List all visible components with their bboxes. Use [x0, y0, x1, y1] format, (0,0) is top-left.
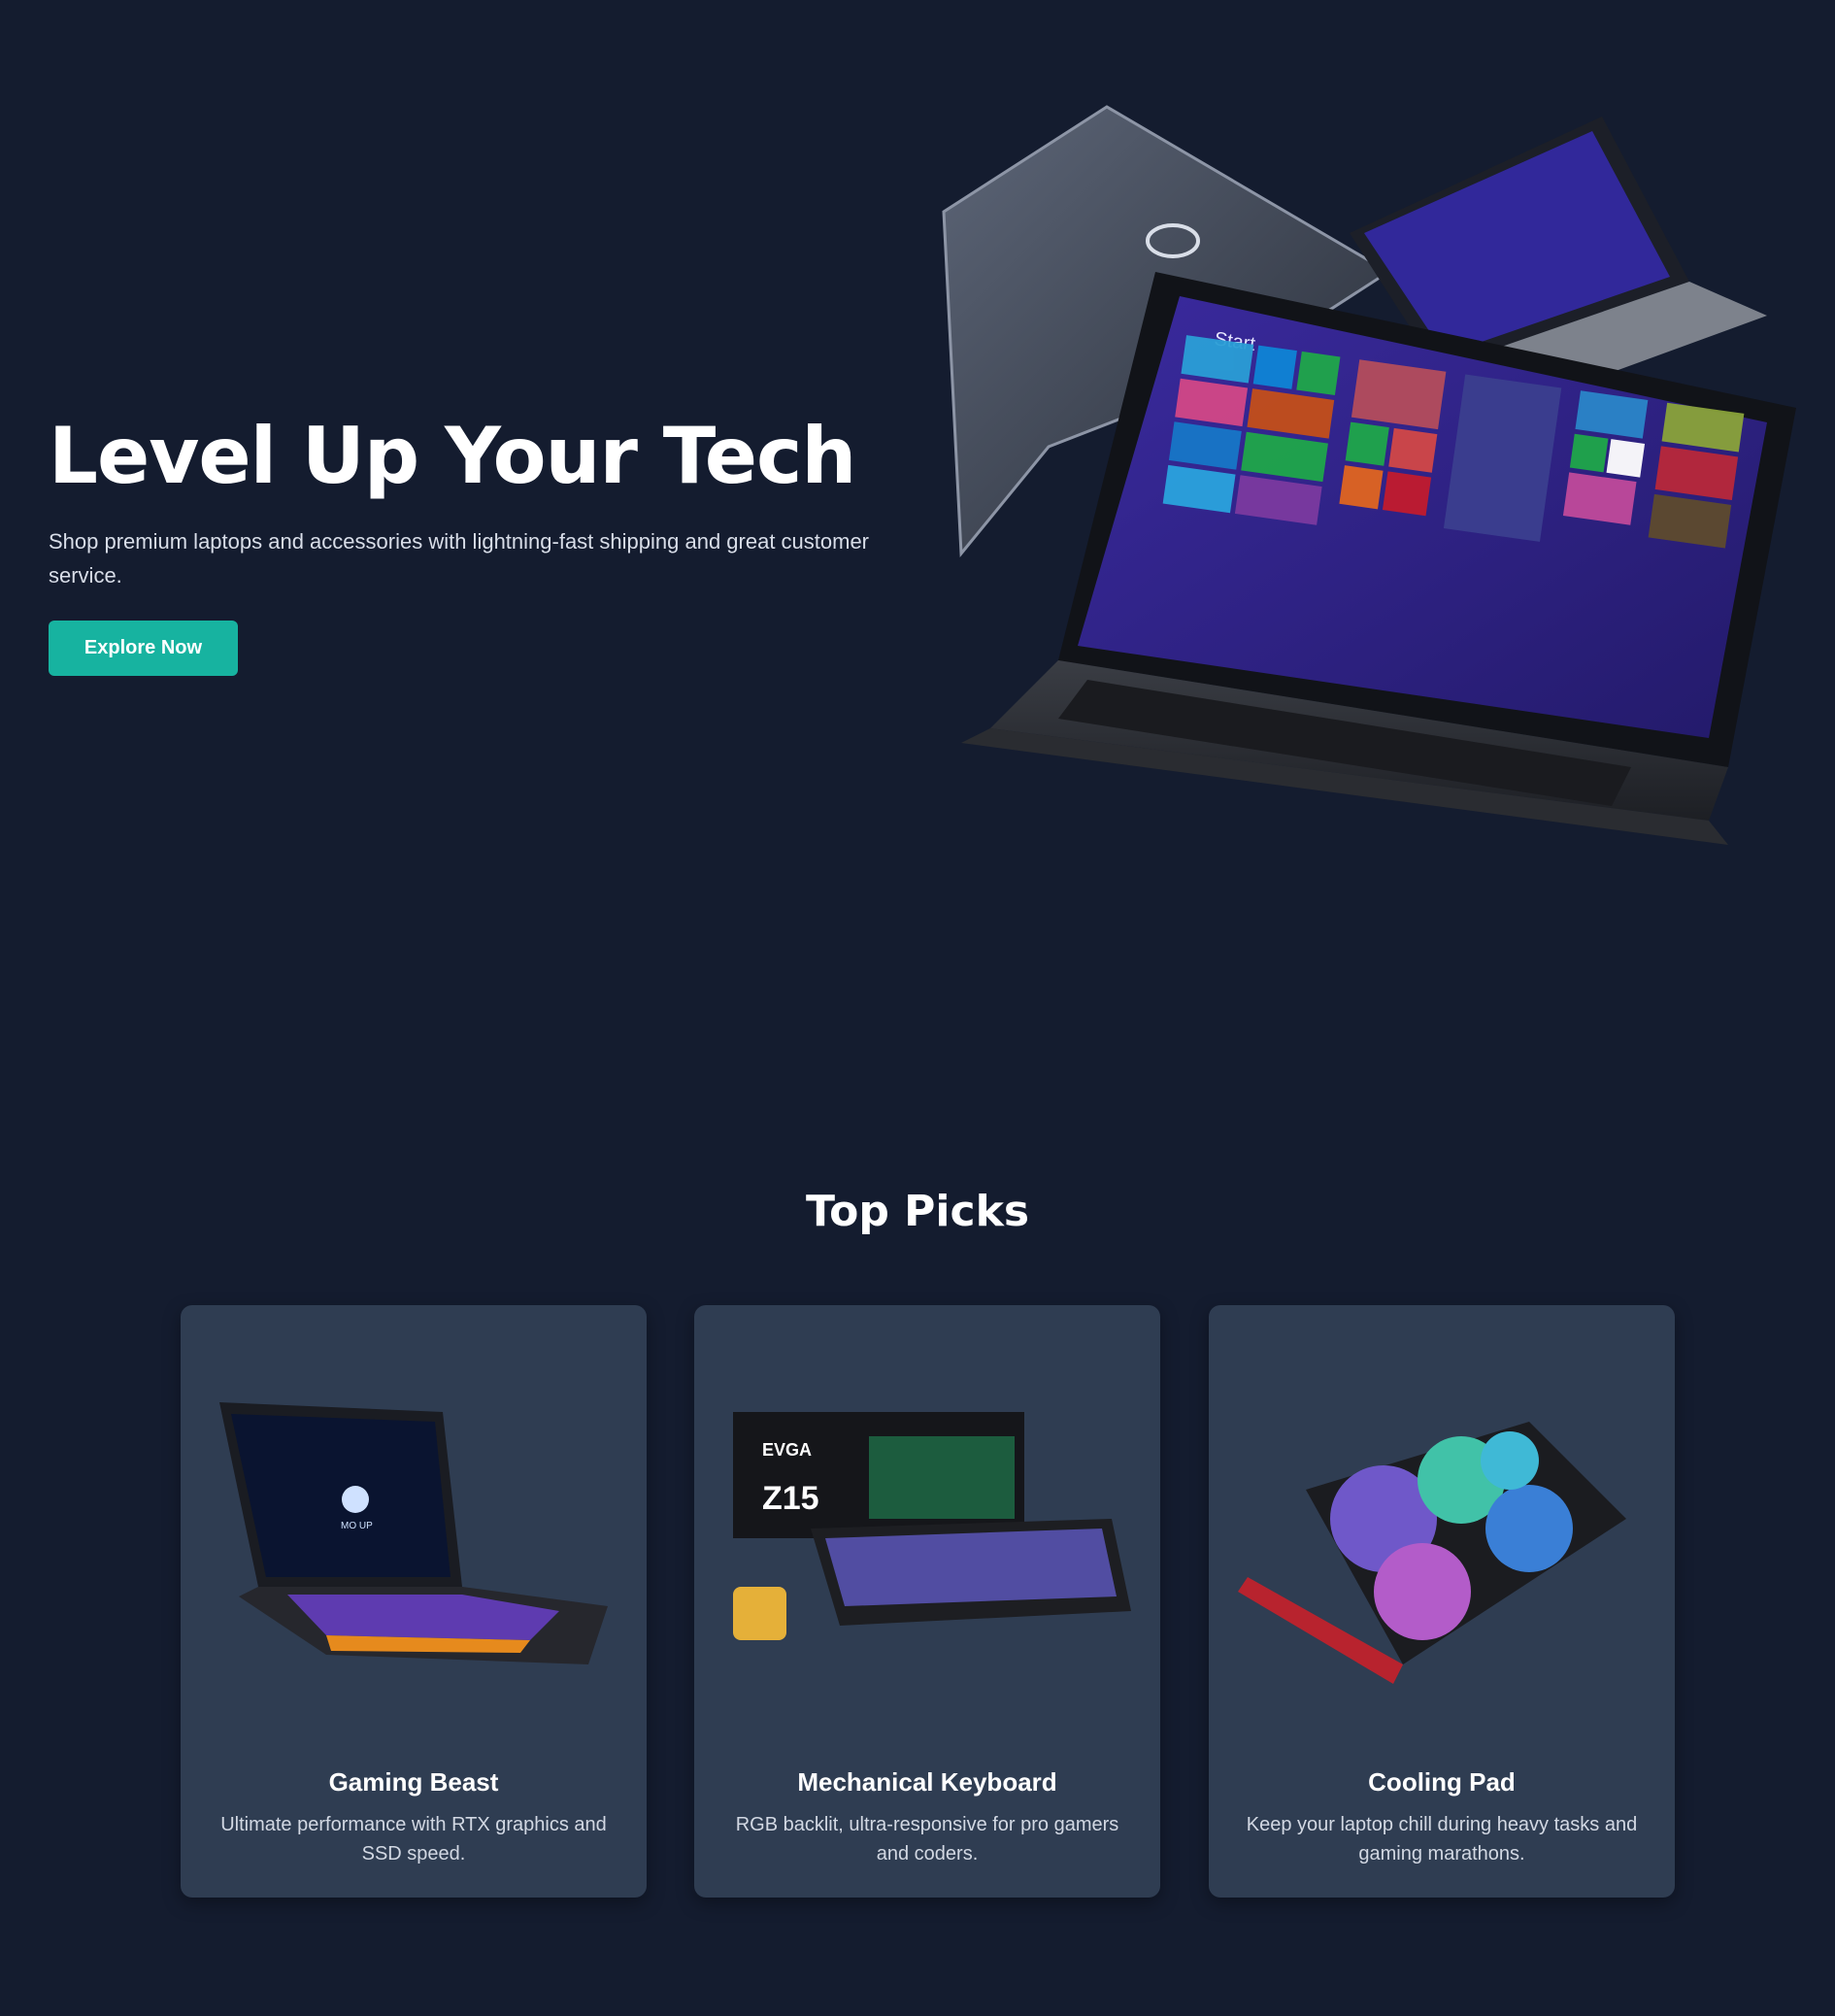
- svg-text:MO UP: MO UP: [341, 1521, 373, 1531]
- explore-now-button[interactable]: Explore Now: [49, 621, 238, 676]
- card-description: RGB backlit, ultra-responsive for pro ga…: [735, 1814, 1119, 1865]
- card-title: Gaming Beast: [328, 1767, 499, 1797]
- laptops-hero-image: Start: [942, 105, 1796, 845]
- keyboard-image: EVGA Z15: [733, 1412, 1131, 1640]
- top-picks-title: Top Picks: [805, 1187, 1030, 1236]
- svg-text:Z15: Z15: [762, 1480, 819, 1517]
- gaming-laptop-image: MO UP: [219, 1402, 608, 1664]
- svg-text:EVGA: EVGA: [762, 1440, 812, 1460]
- hero-text: Level Up Your Tech Shop premium laptops …: [49, 408, 922, 676]
- product-card-mechanical-keyboard[interactable]: EVGA Z15 Mechanical Keyboard RGB backlit…: [694, 1305, 1160, 1898]
- hero-section: Level Up Your Tech Shop premium laptops …: [0, 0, 1835, 1107]
- card-title: Cooling Pad: [1368, 1767, 1516, 1797]
- hero-subtitle: Shop premium laptops and accessories wit…: [49, 529, 870, 588]
- cooling-pad-image: [1238, 1422, 1626, 1684]
- card-title: Mechanical Keyboard: [797, 1767, 1057, 1797]
- card-description: Keep your laptop chill during heavy task…: [1246, 1814, 1638, 1865]
- product-card-gaming-beast[interactable]: MO UP Gaming Beast Ultimate performance …: [181, 1305, 647, 1898]
- product-card-cooling-pad[interactable]: Cooling Pad Keep your laptop chill durin…: [1209, 1305, 1675, 1898]
- hero-title: Level Up Your Tech: [49, 411, 856, 501]
- card-description: Ultimate performance with RTX graphics a…: [220, 1814, 607, 1865]
